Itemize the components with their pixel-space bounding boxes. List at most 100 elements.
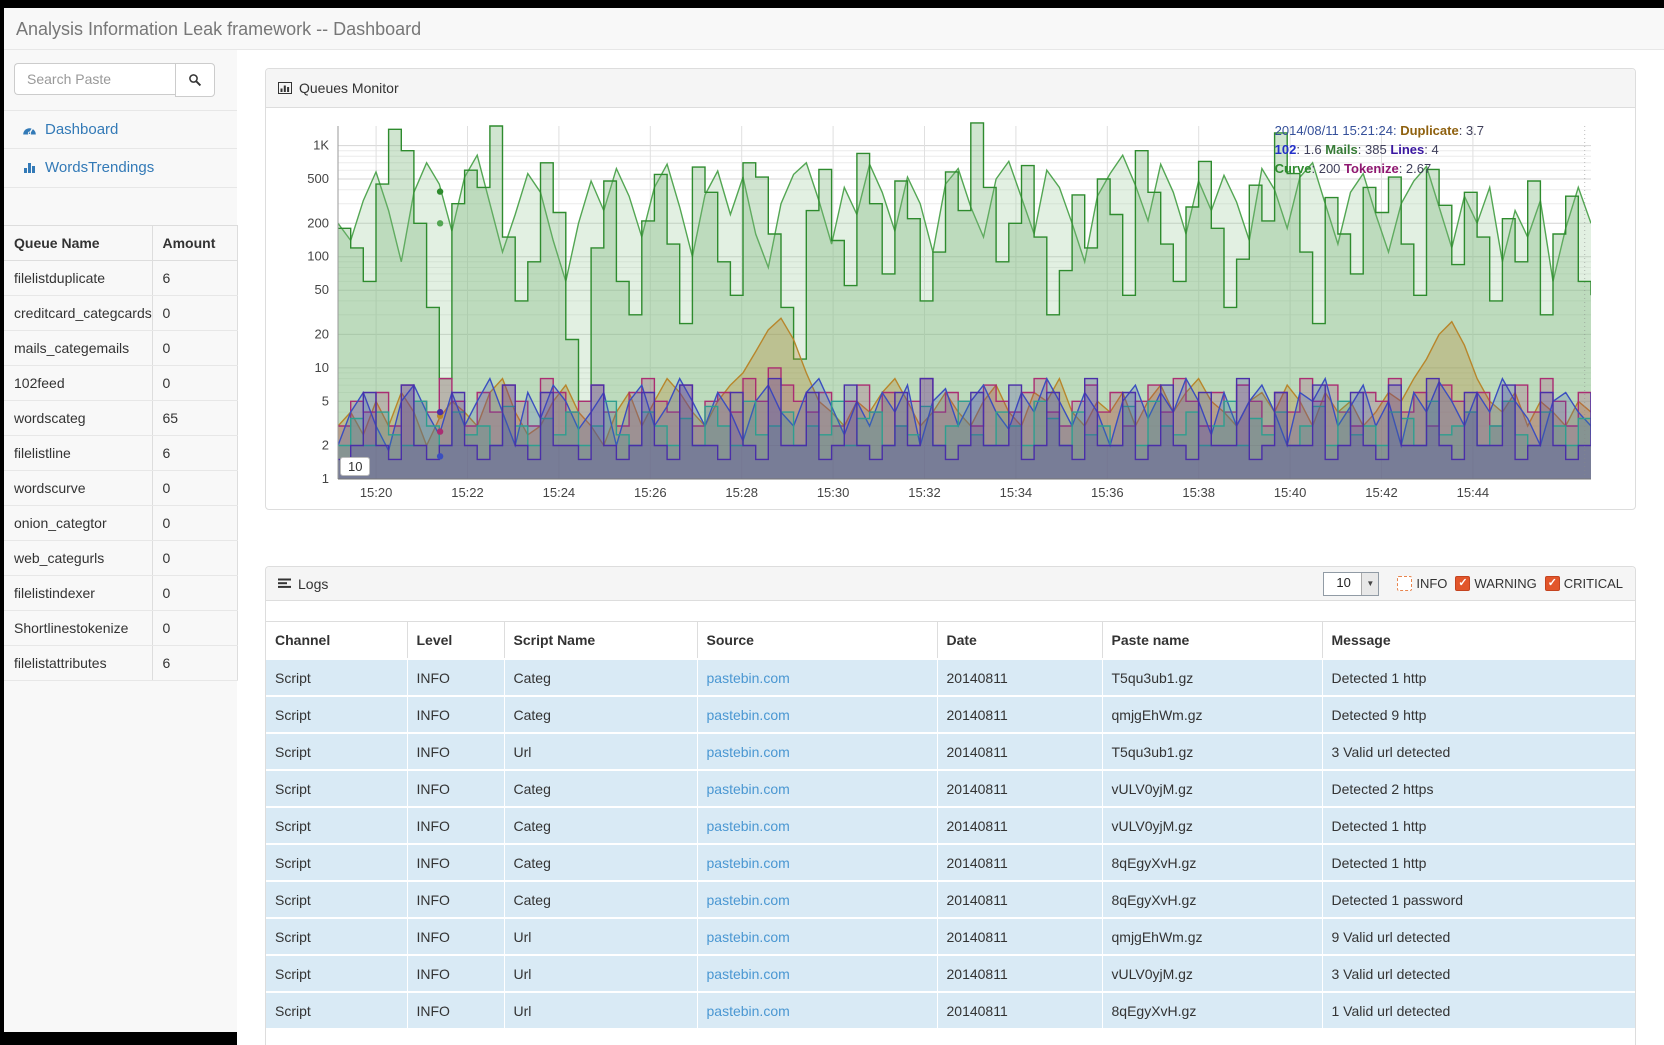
- svg-text:15:32: 15:32: [908, 485, 941, 500]
- bar-chart-icon: [278, 82, 292, 94]
- source-link[interactable]: pastebin.com: [707, 929, 790, 945]
- logs-column-header: Message: [1322, 622, 1635, 660]
- queue-row: filelistduplicate6: [4, 261, 237, 296]
- log-cell-message: 3 Valid url detected: [1322, 733, 1635, 770]
- log-cell-level: INFO: [407, 659, 504, 696]
- source-link[interactable]: pastebin.com: [707, 707, 790, 723]
- log-cell-message: Detected 1 http: [1322, 659, 1635, 696]
- page-size-select[interactable]: 10 ▼: [1323, 572, 1379, 596]
- log-cell-script: Categ: [504, 881, 697, 918]
- legend-segment: 2014/08/11 15:21:24:: [1275, 123, 1397, 138]
- queue-col-amount: Amount: [152, 226, 237, 261]
- log-cell-script: Categ: [504, 807, 697, 844]
- svg-text:5: 5: [322, 393, 329, 408]
- log-cell-script: Categ: [504, 659, 697, 696]
- svg-text:20: 20: [315, 326, 329, 341]
- svg-text:10: 10: [315, 360, 329, 375]
- checkbox-icon[interactable]: [1545, 576, 1560, 591]
- log-cell-paste: vULV0yjM.gz: [1102, 770, 1322, 807]
- search-input[interactable]: [14, 63, 175, 95]
- log-cell-channel: Script: [266, 844, 407, 881]
- sidebar-item-dashboard[interactable]: Dashboard: [4, 111, 237, 148]
- source-link[interactable]: pastebin.com: [707, 892, 790, 908]
- svg-text:1K: 1K: [313, 138, 329, 153]
- bottom-left-edge: [0, 1032, 237, 1045]
- queue-row: Shortlinestokenize0: [4, 611, 237, 646]
- log-cell-paste: 8qEgyXvH.gz: [1102, 844, 1322, 881]
- sidebar-item-wordstrendings[interactable]: WordsTrendings: [4, 149, 237, 186]
- queue-cell: 0: [152, 541, 237, 576]
- filter-info[interactable]: INFO: [1397, 576, 1447, 591]
- legend-segment: Lines: [1390, 142, 1424, 157]
- log-cell-script: Url: [504, 992, 697, 1028]
- logs-column-header: Date: [937, 622, 1102, 660]
- log-cell-channel: Script: [266, 807, 407, 844]
- source-link[interactable]: pastebin.com: [707, 818, 790, 834]
- filter-label: CRITICAL: [1564, 576, 1623, 591]
- source-link[interactable]: pastebin.com: [707, 1003, 790, 1019]
- checkbox-icon[interactable]: [1397, 576, 1412, 591]
- legend-line: Curve: 200 Tokenize: 2.67: [1275, 159, 1484, 178]
- log-cell-channel: Script: [266, 770, 407, 807]
- queue-cell: filelistindexer: [4, 576, 152, 611]
- logs-table: ChannelLevelScript NameSourceDatePaste n…: [266, 621, 1635, 1028]
- svg-text:200: 200: [307, 215, 329, 230]
- logs-panel-title: Logs: [298, 576, 328, 592]
- svg-text:50: 50: [315, 282, 329, 297]
- sidebar-item-label: Dashboard: [45, 121, 118, 138]
- search-button[interactable]: [175, 63, 215, 97]
- log-cell-date: 20140811: [937, 696, 1102, 733]
- log-row: ScriptINFOUrlpastebin.com20140811T5qu3ub…: [266, 733, 1635, 770]
- queue-cell: 6: [152, 646, 237, 681]
- legend-segment: : 2.67: [1399, 161, 1432, 176]
- log-cell-paste: T5qu3ub1.gz: [1102, 659, 1322, 696]
- legend-segment: : 200: [1312, 161, 1345, 176]
- source-link[interactable]: pastebin.com: [707, 781, 790, 797]
- filter-warning[interactable]: WARNING: [1455, 576, 1536, 591]
- source-link[interactable]: pastebin.com: [707, 744, 790, 760]
- log-cell-source: pastebin.com: [697, 918, 937, 955]
- log-cell-script: Categ: [504, 844, 697, 881]
- log-cell-source: pastebin.com: [697, 844, 937, 881]
- source-link[interactable]: pastebin.com: [707, 670, 790, 686]
- filter-critical[interactable]: CRITICAL: [1545, 576, 1623, 591]
- legend-segment: 102: [1275, 142, 1297, 157]
- log-cell-level: INFO: [407, 992, 504, 1028]
- search-icon: [188, 73, 202, 87]
- checkbox-icon[interactable]: [1455, 576, 1470, 591]
- filter-label: INFO: [1416, 576, 1447, 591]
- queue-cell: 0: [152, 331, 237, 366]
- queue-row: 102feed0: [4, 366, 237, 401]
- log-cell-level: INFO: [407, 807, 504, 844]
- queue-cell: web_categurls: [4, 541, 152, 576]
- log-cell-paste: 8qEgyXvH.gz: [1102, 881, 1322, 918]
- app-title[interactable]: Analysis Information Leak framework -- D…: [16, 8, 421, 50]
- log-cell-source: pastebin.com: [697, 807, 937, 844]
- source-link[interactable]: pastebin.com: [707, 966, 790, 982]
- chevron-down-icon: ▼: [1361, 573, 1378, 595]
- log-cell-source: pastebin.com: [697, 992, 937, 1028]
- log-row: ScriptINFOUrlpastebin.com201408118qEgyXv…: [266, 992, 1635, 1028]
- svg-text:15:24: 15:24: [543, 485, 576, 500]
- log-cell-source: pastebin.com: [697, 770, 937, 807]
- top-edge: [0, 0, 1664, 8]
- legend-segment: : 4: [1424, 142, 1438, 157]
- svg-text:15:28: 15:28: [725, 485, 758, 500]
- search-group: [14, 63, 215, 95]
- svg-text:15:44: 15:44: [1457, 485, 1490, 500]
- queues-chart[interactable]: 15:2015:2215:2415:2615:2815:3015:3215:34…: [266, 108, 1635, 509]
- queue-cell: 0: [152, 366, 237, 401]
- queue-row: filelistindexer0: [4, 576, 237, 611]
- logs-panel: Logs 10 ▼ INFO WARNING CRITICAL ChannelLev…: [265, 566, 1636, 1045]
- log-cell-channel: Script: [266, 696, 407, 733]
- queue-cell: 0: [152, 471, 237, 506]
- screen: Analysis Information Leak framework -- D…: [0, 0, 1664, 1045]
- source-link[interactable]: pastebin.com: [707, 855, 790, 871]
- queue-cell: filelistduplicate: [4, 261, 152, 296]
- svg-text:15:26: 15:26: [634, 485, 667, 500]
- log-cell-date: 20140811: [937, 918, 1102, 955]
- svg-text:15:38: 15:38: [1182, 485, 1215, 500]
- queue-cell: 6: [152, 261, 237, 296]
- sidebar: Dashboard WordsTrendings Queue Name Amou…: [4, 50, 237, 1032]
- axis-hover-label: 10: [340, 457, 370, 476]
